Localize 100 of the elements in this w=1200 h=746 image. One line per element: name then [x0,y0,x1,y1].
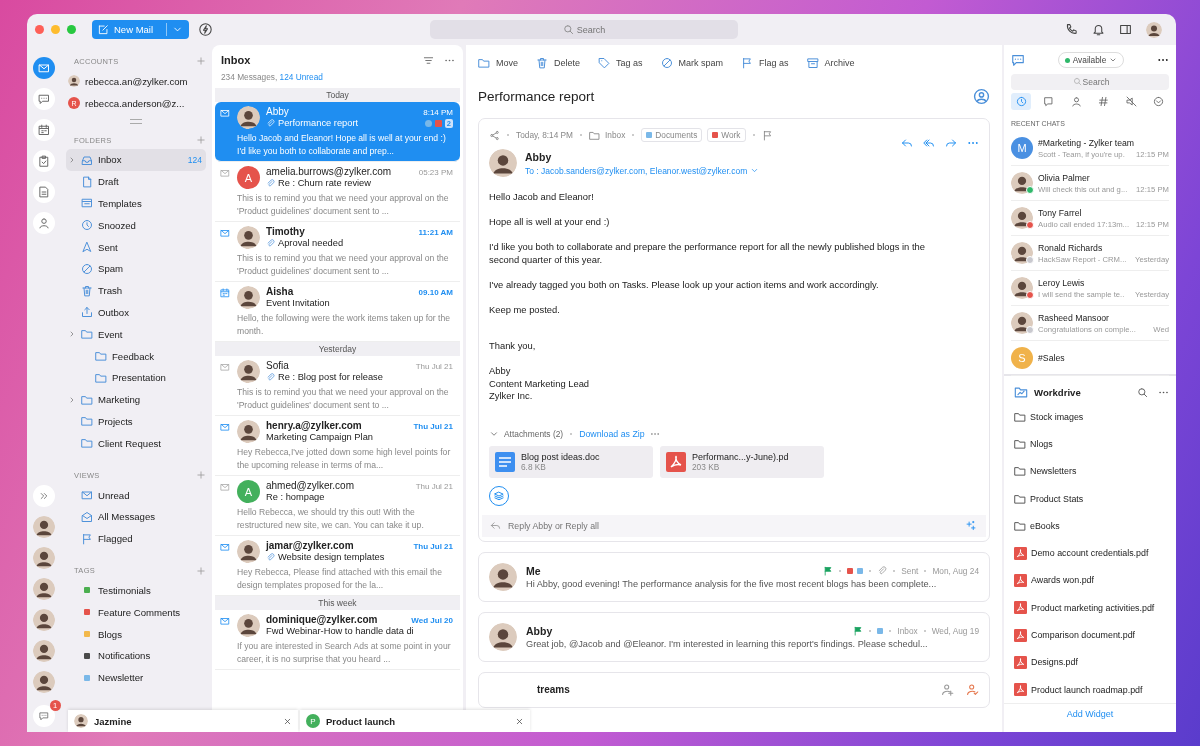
toolbar-button[interactable]: Move [478,57,522,69]
file-item[interactable]: Product marketing activities.pdf [1014,594,1169,622]
download-zip-link[interactable]: Download as Zip [579,428,645,439]
reply-all-icon[interactable] [923,136,935,149]
mail-item[interactable]: dominique@zylker.com Wed Jul 20 Fwd Webinar-How to handle data di If you are interested in Search Ads at some point in your career, it is no surprise that you heard ... [215,610,460,670]
mail-item[interactable]: henry.a@zylker.com Thu Jul 21 Marketing Campaign Plan Hey Rebecca,I've jotted down some high level points for the upcoming release in terms of ma... [215,416,460,476]
share-icon[interactable] [489,129,500,141]
folder-item[interactable]: Sent [66,236,206,258]
chat-button[interactable] [32,705,55,727]
toolbar-button[interactable]: Mark spam [660,57,728,69]
status-dropdown[interactable]: Available [1057,52,1125,68]
tag-item[interactable]: Testimonials [66,579,206,602]
file-item[interactable]: Awards won.pdf [1014,566,1169,595]
file-item[interactable]: Demo account credentials.pdf [1014,539,1169,567]
file-item[interactable]: eBooks [1014,512,1169,540]
file-item[interactable]: Newsletters [1014,457,1169,485]
toolbar-button[interactable]: Archive [806,57,859,69]
person-add-icon[interactable] [941,683,954,696]
app-switcher-button[interactable] [32,181,55,203]
reply-icon[interactable] [901,136,913,149]
add-icon[interactable] [196,470,206,481]
tag-chip[interactable]: Documents [641,128,703,142]
avatar[interactable] [1146,21,1162,38]
folder-item[interactable]: Marketing [66,388,206,411]
add-icon[interactable] [196,565,206,576]
file-item[interactable]: Comparison document.pdf [1014,621,1169,649]
chat-item[interactable]: S #Sales [1011,341,1169,376]
app-switcher-button[interactable] [32,119,55,141]
chat-icon[interactable] [1011,53,1025,67]
drag-handle-icon[interactable] [130,119,142,124]
attachment-card[interactable]: Blog post ideas.doc 6.8 KB [489,445,653,478]
tag-item[interactable]: Notifications [66,644,206,667]
avatar[interactable] [32,640,55,662]
folder-item[interactable]: Feedback [66,345,206,367]
tag-chip[interactable]: Work [707,128,746,142]
file-item[interactable]: Designs.pdf [1014,648,1169,676]
avatar[interactable] [32,547,55,569]
zoom-window-button[interactable] [67,25,76,34]
panel-icon[interactable] [1119,23,1132,36]
close-icon[interactable] [283,716,292,726]
view-item[interactable]: All Messages [66,505,206,528]
chat-tab[interactable] [1011,93,1031,110]
chevron-down-icon[interactable] [750,166,760,175]
chat-window-tab[interactable]: Jazmine [68,710,298,732]
mail-item[interactable]: Sofia Thu Jul 21 Re : Blog post for release This is to remind you that we need your approval on the 'Product guidelines' document sent to ... [215,356,460,416]
expand-button[interactable] [32,485,55,507]
folder-item[interactable]: Templates [66,192,206,215]
flag-icon[interactable] [761,129,773,141]
close-icon[interactable] [515,716,524,726]
folder-item[interactable]: Event [66,323,206,346]
toolbar-button[interactable]: Flag as [741,57,793,69]
lightning-icon[interactable] [199,23,213,36]
chat-window-tab[interactable]: P Product launch [300,710,530,732]
file-item[interactable]: Nlogs [1014,430,1169,458]
mail-item[interactable]: Timothy 11:21 AM Aproval needed This is to remind you that we need your approval on the 'Product guidelines' document sent to ... [215,222,460,282]
mail-item[interactable]: A amelia.burrows@zylker.com 05:23 PM Re : Churn rate review This is to remind you that we need your approval on the 'Product guidelines' document sent to ... [215,162,460,222]
streams-card[interactable]: treams [478,671,990,708]
folder-item[interactable]: Snoozed [66,214,206,237]
filter-icon[interactable] [423,54,434,66]
view-item[interactable]: Flagged [66,527,206,550]
folder-item[interactable]: Trash [66,279,206,302]
avatar[interactable] [32,578,55,600]
folder-item[interactable]: Inbox 124 [66,149,206,171]
bell-icon[interactable] [1092,23,1105,36]
toolbar-button[interactable]: Delete [536,57,585,69]
add-widget-link[interactable]: Add Widget [1004,703,1176,720]
tag-item[interactable]: Newsletter [66,666,206,689]
mail-item[interactable]: A ahmed@zylker.com Thu Jul 21 Re : hompage Hello Rebecca, we should try this out! With the restructured new site, we can. You can take it up. [215,476,460,536]
folder-item[interactable]: Outbox [66,301,206,324]
search-icon[interactable] [1137,386,1148,398]
attachment-card[interactable]: Performanc...y-June).pd 203 KB [660,445,824,478]
folder-item[interactable]: Draft [66,170,206,193]
app-switcher-button[interactable] [32,88,55,110]
folder-item[interactable]: Projects [66,410,206,433]
tag-item[interactable]: Blogs [66,623,206,645]
sparkle-icon[interactable] [965,519,976,531]
app-switcher-button[interactable] [32,212,55,234]
message-folder[interactable]: Inbox [605,130,626,140]
avatar[interactable] [32,609,55,631]
file-item[interactable]: Product Stats [1014,484,1169,513]
thread-message-card[interactable]: Me Sent Mon, Aug 24 Hi Abby, good evening! The performance analysis for the five most recent blogs has been complete... [478,551,990,602]
reply-field[interactable]: Reply Abby or Reply all [482,514,986,537]
phone-icon[interactable] [1065,23,1078,36]
person-check-icon[interactable] [966,683,979,696]
add-icon[interactable] [196,135,206,145]
file-item[interactable]: Product launch roadmap.pdf [1014,675,1169,704]
app-switcher-button[interactable] [32,57,55,79]
chat-search-field[interactable]: Search [1011,74,1169,90]
toolbar-button[interactable]: Tag as [598,57,647,69]
avatar[interactable] [32,671,55,693]
file-item[interactable]: Stock images [1014,403,1169,431]
tag-item[interactable]: Feature Comments [66,601,206,624]
app-switcher-button[interactable] [32,150,55,172]
person-circle-icon[interactable] [973,87,990,105]
folder-item[interactable]: Presentation [66,366,206,389]
add-icon[interactable] [196,56,206,66]
thread-message-card[interactable]: Abby Inbox Wed, Aug 19 Great job, @Jacob and @Eleanor. I'm interested in learning this report's findings. Please schedul... [478,611,990,662]
close-window-button[interactable] [35,25,44,34]
account-item[interactable]: rebecca.an@zylker.com [66,70,206,92]
folder-item[interactable]: Spam [66,258,206,280]
